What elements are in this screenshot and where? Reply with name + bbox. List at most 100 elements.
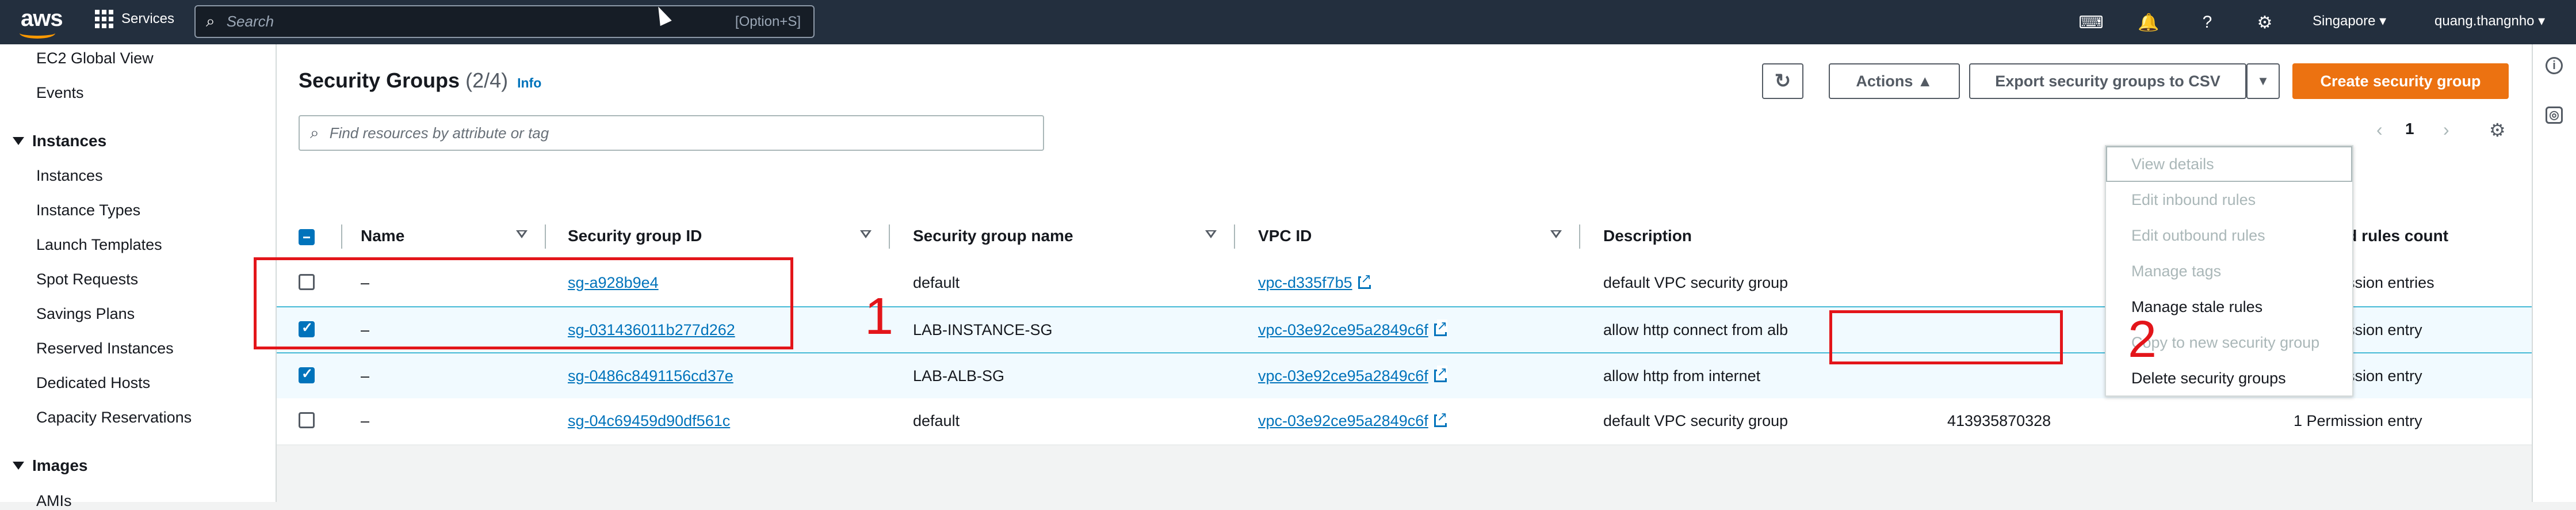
actions-button[interactable]: Actions ▲ — [1829, 63, 1960, 99]
column-header-sg-name[interactable]: Security group name — [913, 227, 1073, 245]
search-shortcut: [Option+S] — [735, 13, 801, 29]
cloudshell-icon[interactable]: ⌨ — [2077, 8, 2105, 37]
cell-sg-id-link[interactable]: sg-04c69459d90df561c — [568, 412, 730, 430]
gear-icon[interactable]: ⚙ — [2250, 8, 2279, 37]
region-selector[interactable]: Singapore ▾ — [2313, 13, 2386, 29]
column-header-vpc-id[interactable]: VPC ID — [1258, 227, 1312, 245]
sidebar-item-ec2-global-view[interactable]: EC2 Global View — [36, 50, 154, 67]
column-separator — [1234, 224, 1235, 249]
sidebar-item-instances[interactable]: Instances — [36, 167, 103, 185]
info-icon[interactable]: i — [2546, 57, 2563, 74]
prev-page-button[interactable]: ‹ — [2376, 119, 2383, 140]
security-groups-panel: Security Groups (2/4) Info ↻ Actions ▲ Exp… — [277, 44, 2532, 446]
sort-icon[interactable] — [1205, 230, 1217, 238]
caret-down-icon — [13, 462, 24, 470]
aws-logo-smile — [20, 28, 55, 39]
vpc-id-text: vpc-03e92ce95a2849c6f — [1258, 321, 1428, 338]
caret-down-icon: ▼ — [2257, 74, 2269, 88]
cell-sg-name: default — [913, 412, 960, 429]
sidebar-item-reserved-instances[interactable]: Reserved Instances — [36, 340, 174, 357]
vpc-id-text: vpc-03e92ce95a2849c6f — [1258, 412, 1428, 429]
grid-icon — [95, 10, 113, 28]
sort-icon[interactable] — [1550, 230, 1562, 238]
external-link-icon — [1358, 272, 1372, 289]
cell-description: default VPC security group — [1603, 412, 1788, 429]
annotation-box-selected-rows — [254, 257, 793, 349]
account-menu[interactable]: quang.thangnho ▾ — [2434, 13, 2545, 29]
create-security-group-button[interactable]: Create security group — [2292, 63, 2509, 99]
sort-icon[interactable] — [860, 230, 872, 238]
next-page-button[interactable]: › — [2443, 119, 2449, 140]
column-separator — [889, 224, 890, 249]
sidebar-section-images[interactable]: Images — [13, 456, 88, 475]
column-header-description[interactable]: Description — [1603, 227, 1692, 245]
row-checkbox[interactable] — [299, 412, 315, 428]
feedback-icon[interactable]: ◎ — [2546, 106, 2563, 124]
vpc-id-text: vpc-03e92ce95a2849c6f — [1258, 367, 1428, 385]
sidebar-section-label: Images — [32, 456, 88, 474]
sidebar-section-instances[interactable]: Instances — [13, 132, 106, 150]
sidebar-item-spot-requests[interactable]: Spot Requests — [36, 271, 138, 288]
cell-description: allow http from internet — [1603, 367, 1761, 385]
row-checkbox-checked[interactable] — [299, 366, 315, 383]
services-menu-button[interactable]: Services — [95, 10, 174, 28]
sidebar-item-dedicated-hosts[interactable]: Dedicated Hosts — [36, 374, 150, 392]
column-header-name[interactable]: Name — [361, 227, 404, 245]
sort-icon[interactable] — [516, 230, 528, 238]
current-page[interactable]: 1 — [2405, 120, 2414, 138]
cell-sg-name: LAB-ALB-SG — [913, 367, 1005, 385]
sidebar-item-savings-plans[interactable]: Savings Plans — [36, 305, 135, 323]
sidebar-item-launch-templates[interactable]: Launch Templates — [36, 236, 162, 254]
annotation-step-1: 1 — [865, 288, 894, 345]
menu-item-edit-outbound-rules[interactable]: Edit outbound rules — [2131, 227, 2265, 245]
vpc-id-text: vpc-d335f7b5 — [1258, 274, 1352, 291]
info-link[interactable]: Info — [517, 75, 541, 90]
external-link-icon — [1434, 410, 1448, 427]
menu-item-edit-inbound-rules[interactable]: Edit inbound rules — [2131, 191, 2256, 209]
preferences-gear-icon[interactable]: ⚙ — [2489, 119, 2506, 141]
top-navigation-bar: aws Services ⌕ Search [Option+S] ⌨ 🔔 ? ⚙… — [0, 0, 2576, 44]
sidebar-item-capacity-reservations[interactable]: Capacity Reservations — [36, 409, 192, 427]
sidebar: EC2 Global View Events Instances Instanc… — [0, 44, 277, 509]
external-link-icon — [1434, 366, 1448, 382]
page-title-text: Security Groups — [299, 68, 460, 92]
cell-name: – — [361, 367, 370, 385]
column-separator — [1579, 224, 1580, 249]
table-row[interactable]: – sg-04c69459d90df561c default vpc-03e92… — [277, 398, 2532, 446]
cell-vpc-id-link[interactable]: vpc-03e92ce95a2849c6f — [1258, 366, 1448, 385]
export-dropdown-button[interactable]: ▼ — [2246, 63, 2280, 99]
help-icon[interactable]: ? — [2193, 8, 2222, 37]
sidebar-section-label: Instances — [32, 132, 107, 150]
main-content: Security Groups (2/4) Info ↻ Actions ▲ Exp… — [254, 44, 2532, 502]
sidebar-item-events[interactable]: Events — [36, 84, 84, 102]
find-resources-input[interactable]: ⌕ Find resources by attribute or tag — [299, 115, 1044, 151]
cell-name: – — [361, 412, 370, 429]
annotation-step-2: 2 — [2128, 311, 2157, 368]
annotation-box-delete — [1829, 310, 2063, 364]
global-search-input[interactable]: ⌕ Search [Option+S] — [194, 5, 815, 38]
select-all-checkbox[interactable] — [299, 229, 315, 245]
sidebar-item-amis[interactable]: AMIs — [36, 492, 72, 510]
export-csv-button[interactable]: Export security groups to CSV — [1969, 63, 2246, 99]
cell-vpc-id-link[interactable]: vpc-03e92ce95a2849c6f — [1258, 410, 1448, 430]
menu-item-copy-security-group[interactable]: Copy to new security group — [2131, 334, 2319, 352]
cell-owner: 413935870328 — [1947, 412, 2051, 429]
column-header-sg-id[interactable]: Security group ID — [568, 227, 702, 245]
refresh-button[interactable]: ↻ — [1762, 63, 1803, 99]
cell-vpc-id-link[interactable]: vpc-d335f7b5 — [1258, 272, 1372, 292]
cell-description: default VPC security group — [1603, 274, 1788, 291]
right-utility-rail: i ◎ — [2532, 44, 2576, 502]
cell-vpc-id-link[interactable]: vpc-03e92ce95a2849c6f — [1258, 319, 1448, 339]
menu-item-delete-security-groups[interactable]: Delete security groups — [2131, 370, 2286, 387]
sidebar-item-instance-types[interactable]: Instance Types — [36, 201, 140, 219]
cell-inbound-count: 1 Permission entry — [2294, 412, 2422, 429]
page-title: Security Groups (2/4) Info — [299, 68, 541, 93]
services-label: Services — [121, 11, 175, 26]
caret-down-icon — [13, 137, 24, 145]
cell-sg-id-link[interactable]: sg-0486c8491156cd37e — [568, 367, 733, 385]
external-link-icon — [1434, 319, 1448, 336]
bell-icon[interactable]: 🔔 — [2134, 8, 2163, 37]
search-icon: ⌕ — [206, 12, 215, 30]
menu-item-manage-tags[interactable]: Manage tags — [2131, 262, 2221, 280]
menu-item-view-details[interactable]: View details — [2131, 155, 2214, 173]
